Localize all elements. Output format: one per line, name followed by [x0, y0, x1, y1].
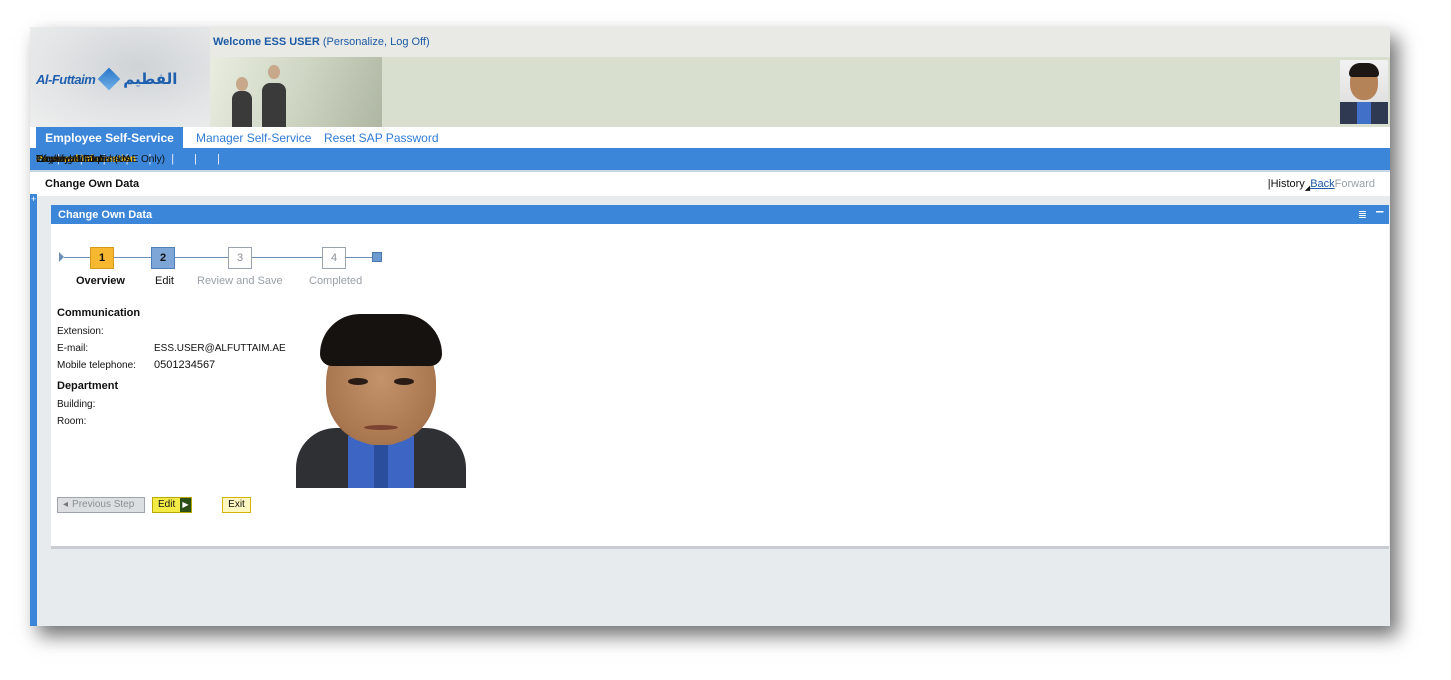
roadmap: 1 2 3 4 Overview Edit Review and Save Co…: [59, 247, 399, 292]
roadmap-label-completed: Completed: [309, 275, 363, 287]
logo-diamond-icon: [97, 67, 121, 91]
banner-person-woman-head: [236, 77, 248, 91]
avatar-shirt: [1357, 102, 1371, 124]
tab-manager-self-service[interactable]: Manager Self-Service: [196, 127, 311, 148]
exit-button[interactable]: Exit: [222, 497, 251, 513]
mobile-label: Mobile telephone:: [57, 360, 136, 371]
email-value: ESS.USER@ALFUTTAIM.AE: [154, 343, 286, 354]
photo-hair: [320, 314, 442, 366]
top-level-tabs: Employee Self-Service Manager Self-Servi…: [30, 127, 1390, 148]
page-title-bar: Change Own Data |History◢BackForward: [30, 170, 1390, 196]
panel-title: Change Own Data: [58, 209, 153, 221]
edit-button[interactable]: Edit ▶: [152, 497, 192, 513]
panel-header: Change Own Data ≣ –: [51, 203, 1389, 224]
roadmap-label-review: Review and Save: [197, 275, 283, 287]
arrow-left-icon: ◂: [63, 499, 69, 510]
avatar-hair: [1349, 63, 1379, 77]
roadmap-label-overview: Overview: [76, 275, 125, 287]
second-level-navigation: Overview | Life and Work Events | Employee…: [30, 148, 1390, 170]
department-heading: Department: [57, 380, 119, 392]
roadmap-step-1[interactable]: 1: [90, 247, 114, 269]
nav-item-career-and-job[interactable]: Career and Job |: [36, 153, 207, 165]
nav-separator: |: [194, 153, 198, 165]
page-title: Change Own Data: [45, 178, 140, 190]
history-menu[interactable]: History: [1271, 178, 1305, 190]
change-own-data-panel: Change Own Data ≣ – 1 2 3 4 Overview Edi…: [51, 203, 1389, 549]
logo-english-text: Al-Futtaim: [36, 71, 96, 87]
user-avatar: [1340, 60, 1388, 124]
photo-mouth: [364, 425, 398, 430]
email-label: E-mail:: [57, 343, 89, 354]
communication-heading: Communication: [57, 307, 141, 319]
arrow-right-icon: ▶: [180, 498, 191, 512]
nav-label: Employee Forms (UAE Only): [36, 153, 165, 165]
history-navigation: |History◢BackForward: [1268, 178, 1375, 192]
portal-window: Welcome ESS USER (Personalize, Log Off) …: [30, 27, 1390, 626]
nav-item-travel-and-expenses[interactable]: Travel and Expenses |: [36, 153, 230, 165]
previous-step-label: Previous Step: [72, 499, 135, 510]
previous-step-button: ◂ Previous Step: [57, 497, 145, 513]
edit-label: Edit: [158, 499, 176, 510]
back-link[interactable]: Back: [1310, 178, 1334, 190]
nav-separator: |: [217, 153, 220, 165]
banner-person-woman: [232, 91, 252, 127]
banner-person-man: [262, 83, 286, 127]
roadmap-end-icon: [372, 252, 382, 262]
list-menu-icon[interactable]: ≣: [1358, 208, 1367, 221]
welcome-user: Welcome ESS USER: [213, 36, 320, 48]
mobile-value: 0501234567: [154, 359, 216, 371]
header-banner: [210, 57, 1390, 127]
photo-right-eye: [394, 378, 414, 385]
minimize-icon[interactable]: –: [1376, 203, 1384, 220]
personalize-logoff-links[interactable]: (Personalize, Log Off): [323, 36, 430, 48]
portal-header: Welcome ESS USER (Personalize, Log Off) …: [30, 27, 1390, 127]
nav-separator: |: [171, 153, 175, 165]
tab-reset-sap-password[interactable]: Reset SAP Password: [324, 127, 439, 148]
banner-office-image: [210, 57, 382, 127]
forward-link: Forward: [1334, 178, 1375, 190]
room-label: Room:: [57, 416, 87, 427]
company-logo: Al-Futtaim الفطيم: [36, 67, 177, 91]
roadmap-step-3: 3: [228, 247, 252, 269]
expand-icon[interactable]: +: [31, 194, 36, 204]
employee-photo: [296, 308, 466, 488]
welcome-text: Welcome ESS USER (Personalize, Log Off): [213, 36, 430, 48]
photo-tie: [374, 440, 388, 488]
roadmap-step-4: 4: [322, 247, 346, 269]
extension-label: Extension:: [57, 326, 104, 337]
roadmap-label-edit: Edit: [155, 275, 174, 287]
photo-left-eye: [348, 378, 368, 385]
navigation-panel-toggle[interactable]: +: [30, 194, 37, 626]
building-label: Building:: [57, 399, 96, 410]
roadmap-step-2[interactable]: 2: [151, 247, 175, 269]
banner-person-man-head: [268, 65, 280, 79]
tab-employee-self-service[interactable]: Employee Self-Service: [36, 127, 183, 148]
logo-arabic-text: الفطيم: [123, 70, 178, 88]
